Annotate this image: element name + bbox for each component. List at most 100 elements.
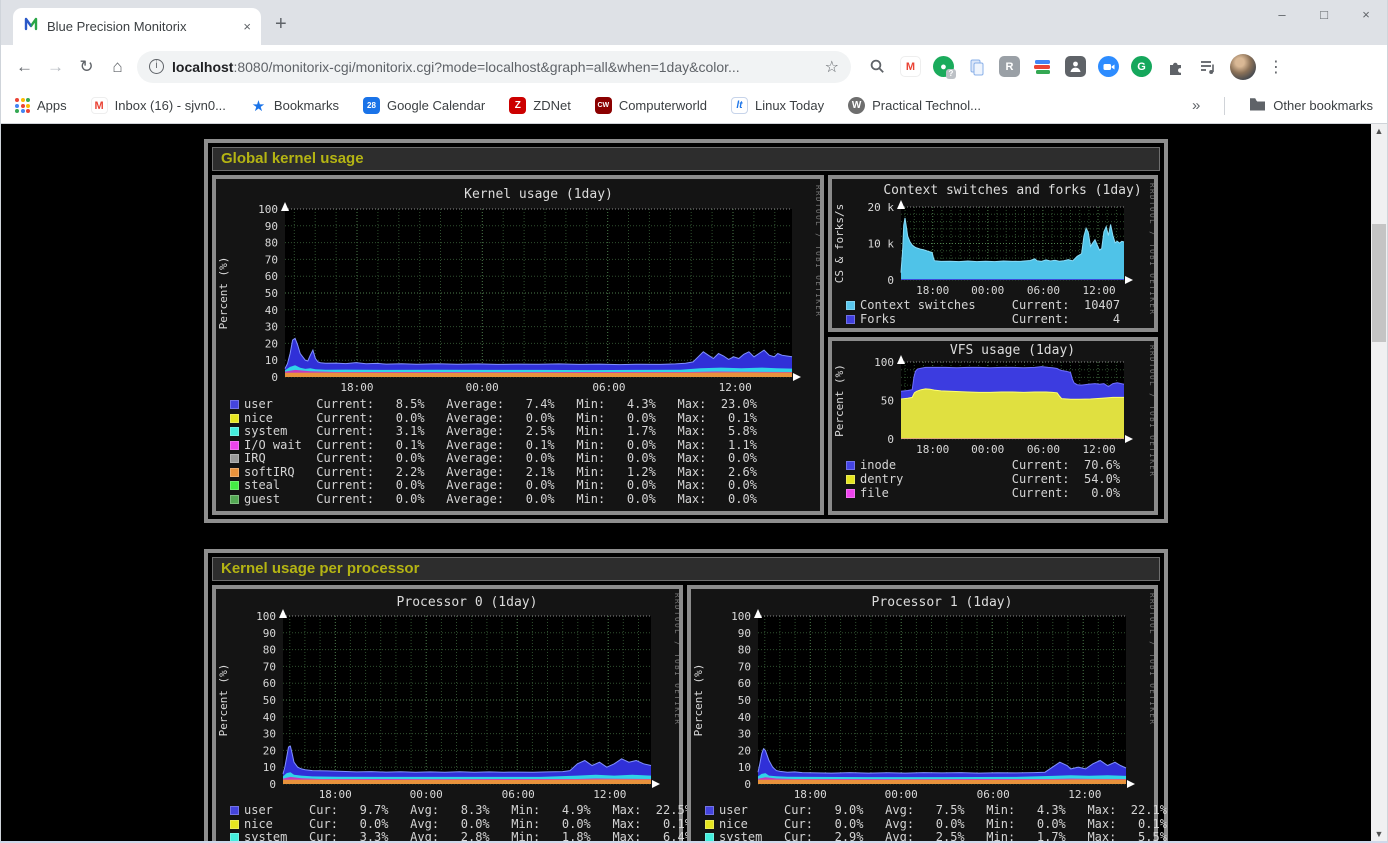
new-tab-button[interactable]: + — [275, 13, 287, 36]
svg-text:12:00: 12:00 — [1082, 443, 1115, 456]
svg-text:40: 40 — [738, 711, 751, 724]
svg-text:12:00: 12:00 — [593, 788, 626, 801]
scrollbar-thumb[interactable] — [1372, 224, 1386, 342]
other-bookmarks[interactable]: Other bookmarks — [1249, 97, 1373, 115]
page-info-icon[interactable]: i — [149, 59, 164, 74]
bookmark-bookmarks[interactable]: ★ Bookmarks — [250, 97, 339, 114]
scroll-up-arrow[interactable]: ▲ — [1371, 126, 1387, 136]
close-button[interactable]: × — [1345, 2, 1387, 28]
extensions-puzzle-icon[interactable] — [1164, 56, 1185, 77]
svg-text:Percent (%): Percent (%) — [217, 257, 230, 330]
svg-text:30: 30 — [738, 728, 751, 741]
bookmark-apps[interactable]: Apps — [15, 98, 67, 113]
svg-text:30: 30 — [265, 321, 278, 334]
maximize-button[interactable]: □ — [1303, 2, 1345, 28]
bookmark-linux-today[interactable]: lt Linux Today — [731, 97, 824, 114]
svg-text:70: 70 — [738, 660, 751, 673]
r-extension-icon[interactable]: R — [999, 56, 1020, 77]
url-host: localhost — [172, 59, 233, 75]
svg-text:10: 10 — [263, 761, 276, 774]
profile-avatar[interactable] — [1230, 54, 1256, 80]
bookmark-label: Linux Today — [755, 98, 824, 113]
svg-text:RRDTOOL / TOBI OETIKER: RRDTOOL / TOBI OETIKER — [673, 593, 679, 725]
omnibox[interactable]: i localhost:8080/monitorix-cgi/monitorix… — [137, 51, 851, 83]
svg-text:80: 80 — [263, 644, 276, 657]
processor-0-graph[interactable]: Processor 0 (1day)0102030405060708090100… — [212, 585, 683, 841]
svg-text:Percent (%): Percent (%) — [217, 664, 230, 737]
context-switches-legend: Context switches Current: 10407Forks Cur… — [846, 298, 1120, 326]
legend-swatch — [230, 495, 239, 504]
bookmark-google-calendar[interactable]: 28 Google Calendar — [363, 97, 485, 114]
tab-close-icon[interactable]: × — [243, 19, 251, 34]
gmail-icon[interactable]: M — [900, 56, 921, 77]
svg-text:RRDTOOL / TOBI OETIKER: RRDTOOL / TOBI OETIKER — [1148, 183, 1154, 315]
copy-pages-icon[interactable] — [966, 56, 987, 77]
menu-kebab-icon[interactable]: ⋮ — [1268, 57, 1282, 77]
svg-text:12:00: 12:00 — [1068, 788, 1101, 801]
page-content: Global kernel usage Kernel usage (1day)0… — [1, 124, 1387, 841]
svg-text:20 k: 20 k — [868, 201, 895, 214]
bookmark-label: Bookmarks — [274, 98, 339, 113]
grammarly-icon[interactable]: G — [1131, 56, 1152, 77]
kernel-usage-graph[interactable]: Kernel usage (1day)010203040506070809010… — [212, 175, 824, 515]
forward-button[interactable]: → — [40, 57, 71, 77]
zdnet-icon: Z — [509, 97, 526, 114]
legend-row: Context switches Current: 10407 — [846, 298, 1120, 312]
svg-text:Percent (%): Percent (%) — [692, 664, 705, 737]
legend-swatch — [846, 489, 855, 498]
bookmark-computerworld[interactable]: CW Computerworld — [595, 97, 707, 114]
reload-button[interactable]: ↻ — [71, 57, 102, 77]
context-switches-graph[interactable]: Context switches and forks (1day)010 k20… — [828, 175, 1158, 332]
bookmark-inbox[interactable]: M Inbox (16) - sjvn0... — [91, 97, 226, 114]
legend-text: nice Cur: 0.0% Avg: 0.0% Min: 0.0% Max: … — [719, 818, 1167, 832]
vertical-scrollbar[interactable]: ▲ ▼ — [1371, 124, 1387, 841]
browser-window: Blue Precision Monitorix × + – □ × ← → ↻… — [0, 0, 1388, 843]
back-button[interactable]: ← — [9, 57, 40, 77]
browser-tab[interactable]: Blue Precision Monitorix × — [13, 8, 261, 45]
svg-text:00:00: 00:00 — [466, 381, 499, 394]
folder-icon — [1249, 97, 1266, 115]
svg-text:70: 70 — [263, 660, 276, 673]
bookmark-star-icon[interactable]: ☆ — [825, 57, 839, 77]
legend-swatch — [230, 806, 239, 815]
home-button[interactable]: ⌂ — [102, 57, 133, 77]
svg-text:40: 40 — [263, 711, 276, 724]
computerworld-icon: CW — [595, 97, 612, 114]
minimize-button[interactable]: – — [1261, 2, 1303, 28]
legend-row: user Current: 8.5% Average: 7.4% Min: 4.… — [230, 398, 757, 412]
svg-text:60: 60 — [265, 270, 278, 283]
svg-text:10: 10 — [738, 761, 751, 774]
browser-toolbar: ← → ↻ ⌂ i localhost:8080/monitorix-cgi/m… — [1, 45, 1387, 88]
scroll-down-arrow[interactable]: ▼ — [1371, 829, 1387, 839]
legend-swatch — [705, 806, 714, 815]
svg-text:RRDTOOL / TOBI OETIKER: RRDTOOL / TOBI OETIKER — [1148, 345, 1154, 477]
legend-text: guest Current: 0.0% Average: 0.0% Min: 0… — [244, 493, 757, 507]
svg-text:00:00: 00:00 — [971, 284, 1004, 297]
svg-text:50: 50 — [881, 395, 894, 408]
bookmark-label: ZDNet — [533, 98, 571, 113]
svg-text:60: 60 — [263, 677, 276, 690]
svg-text:0: 0 — [744, 778, 751, 791]
svg-text:50: 50 — [738, 694, 751, 707]
legend-text: file Current: 0.0% — [860, 486, 1120, 500]
legend-swatch — [230, 820, 239, 829]
search-icon[interactable] — [867, 56, 888, 77]
zoom-video-icon[interactable] — [1098, 56, 1119, 77]
playlist-music-icon[interactable] — [1197, 56, 1218, 77]
wordpress-icon: W — [848, 97, 865, 114]
section-title: Kernel usage per processor — [212, 557, 1160, 581]
bookmark-zdnet[interactable]: Z ZDNet — [509, 97, 571, 114]
bookmarks-overflow-chevron[interactable]: » — [1192, 97, 1200, 114]
processor-1-graph[interactable]: Processor 1 (1day)0102030405060708090100… — [687, 585, 1158, 841]
account-dark-icon[interactable] — [1065, 56, 1086, 77]
chat-help-icon[interactable]: ●? — [933, 56, 954, 77]
bookmark-practical-technology[interactable]: W Practical Technol... — [848, 97, 981, 114]
apps-grid-icon — [15, 98, 30, 113]
vfs-usage-graph[interactable]: VFS usage (1day)05010018:0000:0006:0012:… — [828, 337, 1158, 515]
books-icon[interactable] — [1032, 56, 1053, 77]
legend-swatch — [230, 441, 239, 450]
svg-text:06:00: 06:00 — [977, 788, 1010, 801]
svg-text:Processor 1 (1day): Processor 1 (1day) — [872, 595, 1013, 610]
section-title: Global kernel usage — [212, 147, 1160, 171]
legend-text: Context switches Current: 10407 — [860, 298, 1120, 312]
